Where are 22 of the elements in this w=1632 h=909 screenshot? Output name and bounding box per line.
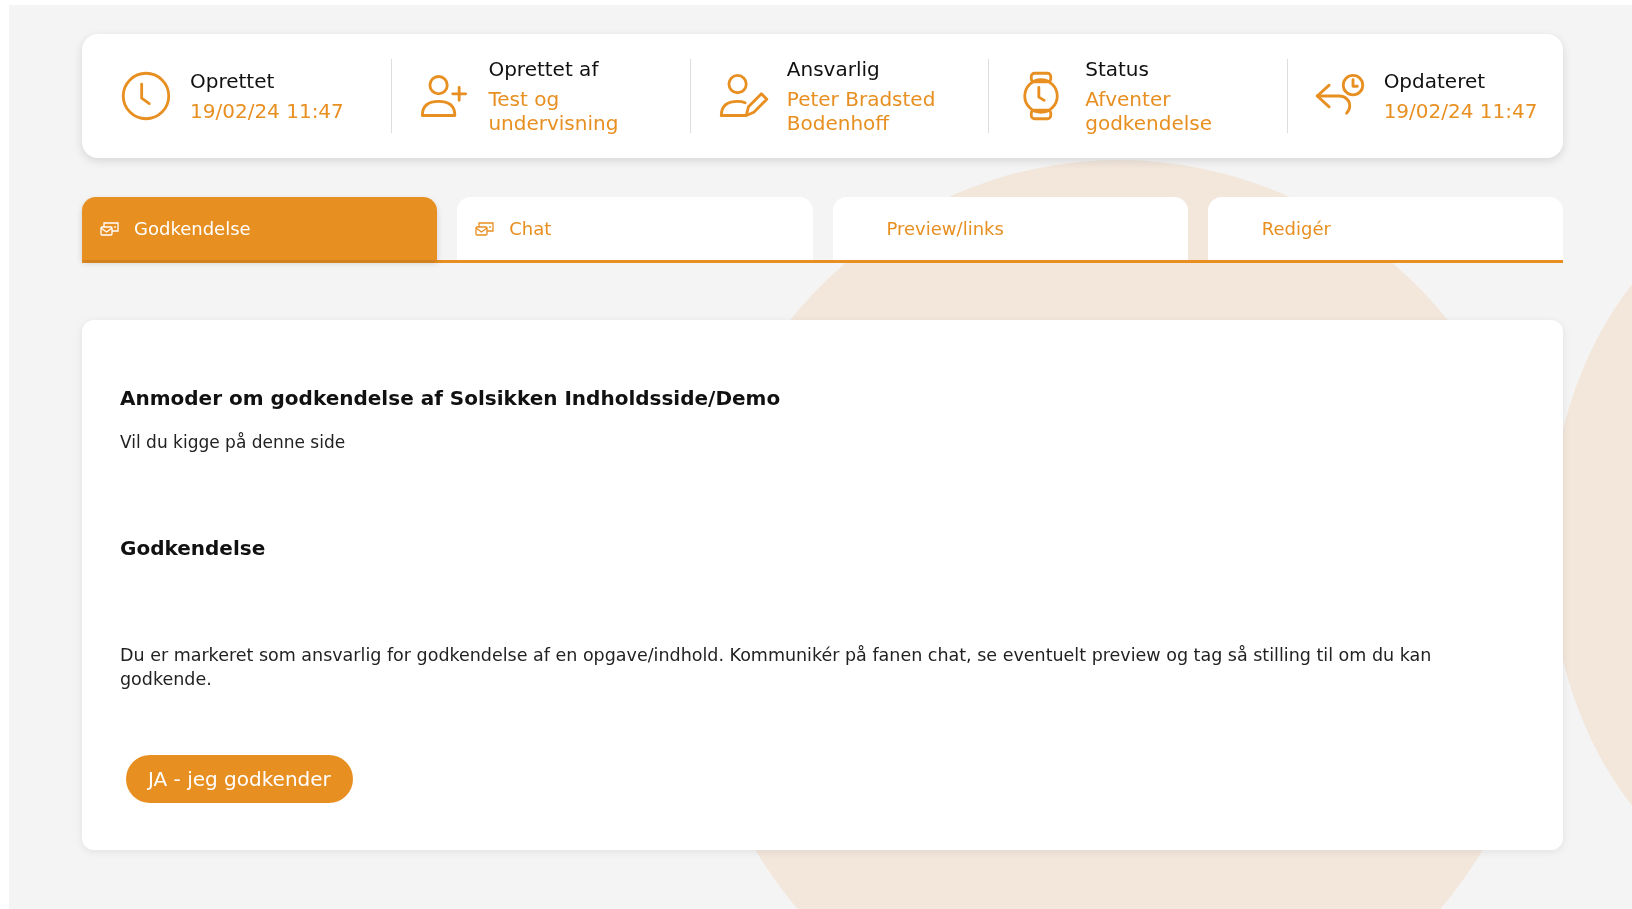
tab[interactable]: Redigér xyxy=(1207,197,1563,260)
info-label: Ansvarlig xyxy=(786,57,881,81)
request-title: Anmoder om godkendelse af Solsikken Indholdsside/Demo xyxy=(120,386,782,410)
approve-button[interactable]: JA - jeg godkender xyxy=(126,755,353,804)
info-value: Peter Bradsted Bodenhoff xyxy=(786,87,937,135)
info-label: Oprettet xyxy=(190,69,276,93)
info-label: Oprettet af xyxy=(488,57,600,81)
request-message: Vil du kigge på denne side xyxy=(120,432,347,452)
section-title: Godkendelse xyxy=(120,536,267,560)
clock-icon xyxy=(120,70,172,122)
tab[interactable]: Godkendelse xyxy=(82,197,438,260)
info-label: Opdateret xyxy=(1383,69,1487,93)
info-value: Test og undervisning xyxy=(488,87,620,135)
info-label: Status xyxy=(1085,57,1150,81)
info-value: Afventer godkendelse xyxy=(1085,87,1213,135)
info-value: 19/02/24 11:47 xyxy=(1383,99,1538,123)
envelope-stack-icon xyxy=(475,220,496,237)
tab[interactable]: Preview/links xyxy=(832,197,1188,260)
info-value: 19/02/24 11:47 xyxy=(190,99,344,123)
tab[interactable]: Chat xyxy=(457,197,813,260)
envelope-stack-icon xyxy=(100,220,120,237)
approval-description: Du er markeret som ansvarlig for godkendelse af en opgave/indhold. Kommunikér på fanen chat, se eventuelt preview og tag så stilling til om du kan godkende. xyxy=(120,644,1433,691)
